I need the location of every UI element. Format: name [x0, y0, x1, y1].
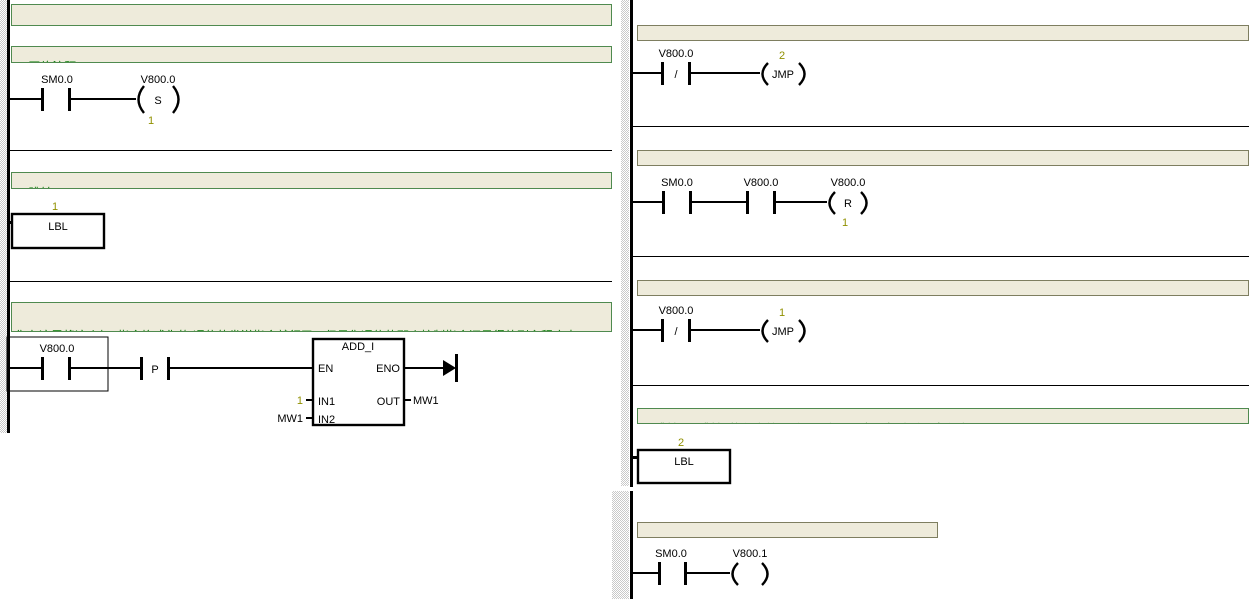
wire: [687, 572, 730, 574]
coil-paren-right: [798, 62, 806, 86]
network-7-rung: 2 LBL: [633, 437, 732, 485]
network-4-rung: / V800.0 2 JMP: [633, 48, 806, 86]
nc-contact-v800.0[interactable]: / V800.0: [659, 305, 694, 342]
coil-paren-left: [761, 62, 769, 86]
jump-target: 2: [779, 50, 785, 62]
contact-bar: [746, 191, 749, 214]
contact-operand: V800.0: [744, 177, 779, 189]
contact-bar: [661, 319, 664, 342]
ladder-editor-screen: 在这个程序中，V800.0会由OFF变ON ，执行完后再编程OFF，最后退出中断…: [0, 0, 1249, 599]
wire: [691, 329, 760, 331]
reset-coil-v800.0[interactable]: V800.0 R 1: [828, 177, 868, 229]
contact-operand: V800.0: [659, 305, 694, 317]
contact-operand: SM0.0: [655, 548, 687, 560]
network-8-rung: SM0.0 V800.1: [633, 548, 769, 586]
label-number: 2: [678, 437, 684, 449]
right-ladder-canvas: / V800.0 2 JMP SM0.0 V800.0 V800.0 R 1 /…: [630, 0, 868, 599]
coil-paren-left: [828, 191, 836, 215]
contact-sm0.0[interactable]: SM0.0: [661, 177, 693, 214]
wire: [776, 201, 827, 203]
wire: [633, 201, 662, 203]
contact-bar: [684, 562, 687, 585]
contact-bar: [773, 191, 776, 214]
nc-slash: /: [674, 326, 678, 338]
coil-operand: V800.0: [831, 177, 866, 189]
contact-v800.0[interactable]: V800.0: [744, 177, 779, 214]
jmp-coil[interactable]: 2 JMP: [761, 50, 806, 86]
network-6-rung: / V800.0 1 JMP: [633, 305, 806, 343]
jump-target: 1: [779, 307, 785, 319]
coil-paren-right: [761, 562, 769, 586]
wire: [692, 201, 746, 203]
jmp-coil[interactable]: 1 JMP: [761, 307, 806, 343]
wire: [633, 72, 661, 74]
contact-bar: [688, 62, 691, 85]
coil-function: JMP: [772, 326, 794, 338]
coil-operand: V800.1: [733, 548, 768, 560]
lbl-box-text: LBL: [674, 456, 694, 468]
nc-slash: /: [674, 69, 678, 81]
nc-contact-v800.0[interactable]: / V800.0: [659, 48, 694, 85]
contact-bar: [688, 319, 691, 342]
right-power-rail-lower: [630, 491, 633, 599]
contact-operand: SM0.0: [661, 177, 693, 189]
contact-bar: [661, 62, 664, 85]
label-lbl-2[interactable]: 2 LBL: [633, 437, 732, 485]
contact-bar: [658, 562, 661, 585]
right-power-rail-upper: [630, 0, 633, 487]
contact-bar: [662, 191, 665, 214]
coil-value: 1: [842, 217, 848, 229]
network-5-rung: SM0.0 V800.0 V800.0 R 1: [633, 177, 868, 229]
coil-paren-left: [731, 562, 739, 586]
wire: [633, 572, 658, 574]
output-coil-v800.1[interactable]: V800.1: [731, 548, 769, 586]
coil-paren-left: [761, 319, 769, 343]
contact-operand: V800.0: [659, 48, 694, 60]
coil-paren-right: [798, 319, 806, 343]
wire: [633, 329, 661, 331]
contact-sm0.0[interactable]: SM0.0: [655, 548, 687, 585]
coil-paren-right: [860, 191, 868, 215]
coil-function: JMP: [772, 69, 794, 81]
wire: [691, 72, 760, 74]
contact-bar: [689, 191, 692, 214]
coil-function: R: [844, 198, 852, 210]
